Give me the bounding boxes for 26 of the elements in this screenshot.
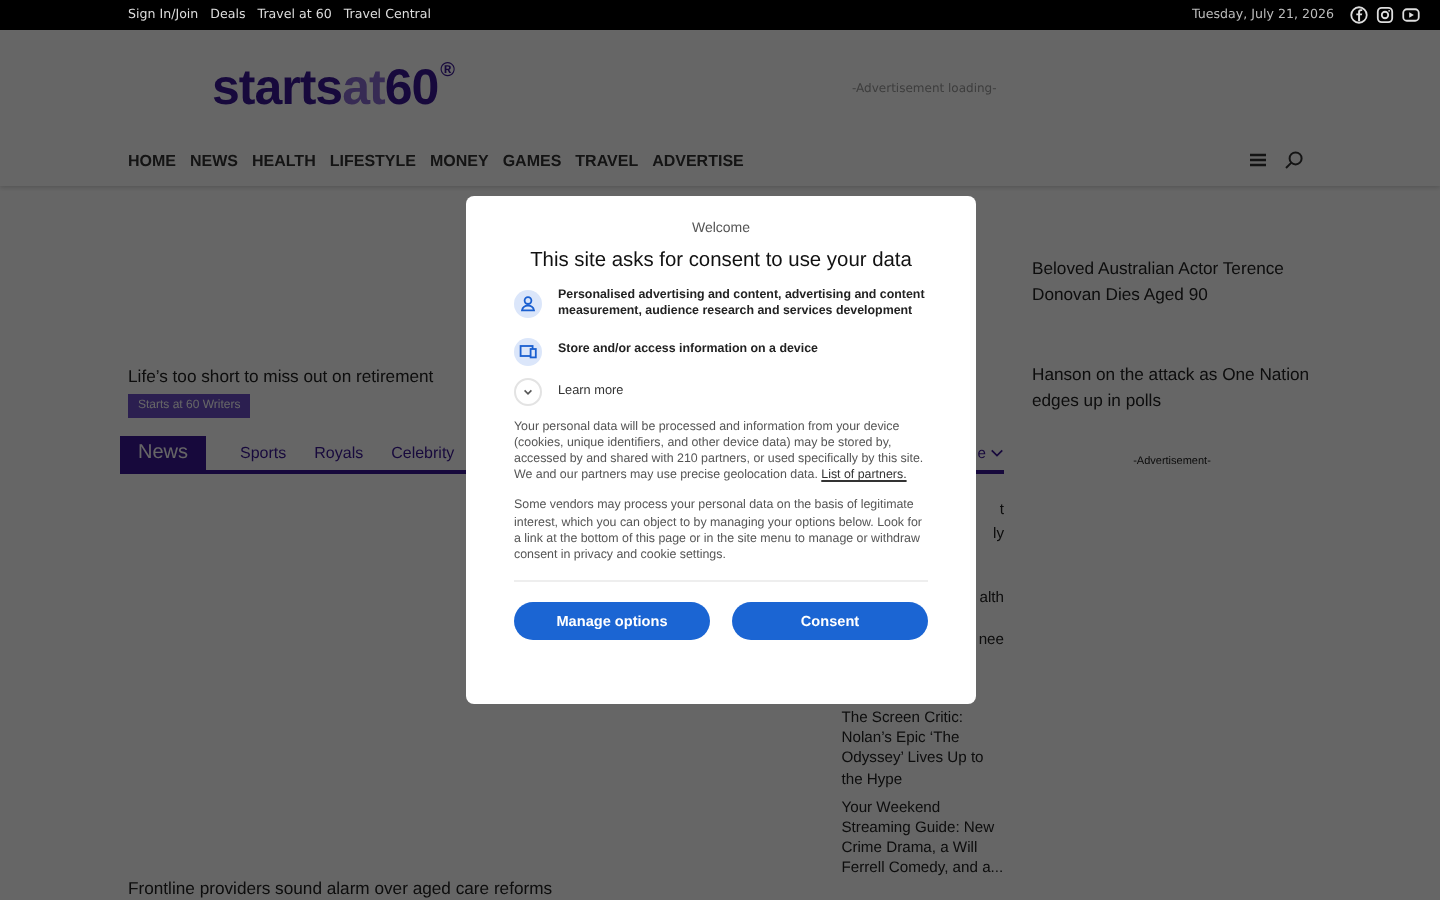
logo[interactable]: startsat60$^{®}$: [212, 63, 455, 113]
category-tab[interactable]: Sports: [226, 436, 301, 470]
story-link[interactable]: Beloved Australian Actor Terence Donovan Dies Aged 90: [1032, 256, 1312, 308]
instagram-icon[interactable]: [1376, 6, 1394, 24]
search-icon[interactable]: [1284, 150, 1304, 170]
category-tab[interactable]: News: [120, 436, 207, 470]
nav-link[interactable]: GAMES: [502, 151, 562, 169]
category-tab[interactable]: Royals: [300, 436, 378, 470]
person-icon: [514, 290, 542, 319]
nav-link[interactable]: TRAVEL: [575, 151, 639, 169]
story-link[interactable]: Hanson on the attack as One Nation edges up in polls: [1032, 362, 1312, 414]
nav-link[interactable]: HOME: [128, 151, 176, 169]
nav-link[interactable]: NEWS: [190, 151, 238, 169]
facebook-icon[interactable]: [1350, 6, 1368, 24]
category-tab[interactable]: Celebrity: [377, 436, 469, 470]
nav-link[interactable]: HEALTH: [252, 151, 316, 169]
devices-icon: [514, 337, 542, 366]
dialog-title: This site asks for consent to use your data: [528, 250, 914, 272]
nav-link[interactable]: LIFESTYLE: [329, 151, 416, 169]
chevron-down-icon[interactable]: [990, 446, 1004, 460]
promo-headline[interactable]: Life’s too short to miss out on retirement: [128, 366, 434, 388]
nav-link[interactable]: ADVERTISE: [652, 151, 744, 169]
video-play-icon[interactable]: [1402, 6, 1420, 24]
story-headline[interactable]: Frontline providers sound alarm over aged care reforms: [128, 878, 842, 898]
menu-icon[interactable]: [1248, 150, 1268, 170]
nav-link[interactable]: MONEY: [429, 151, 489, 169]
